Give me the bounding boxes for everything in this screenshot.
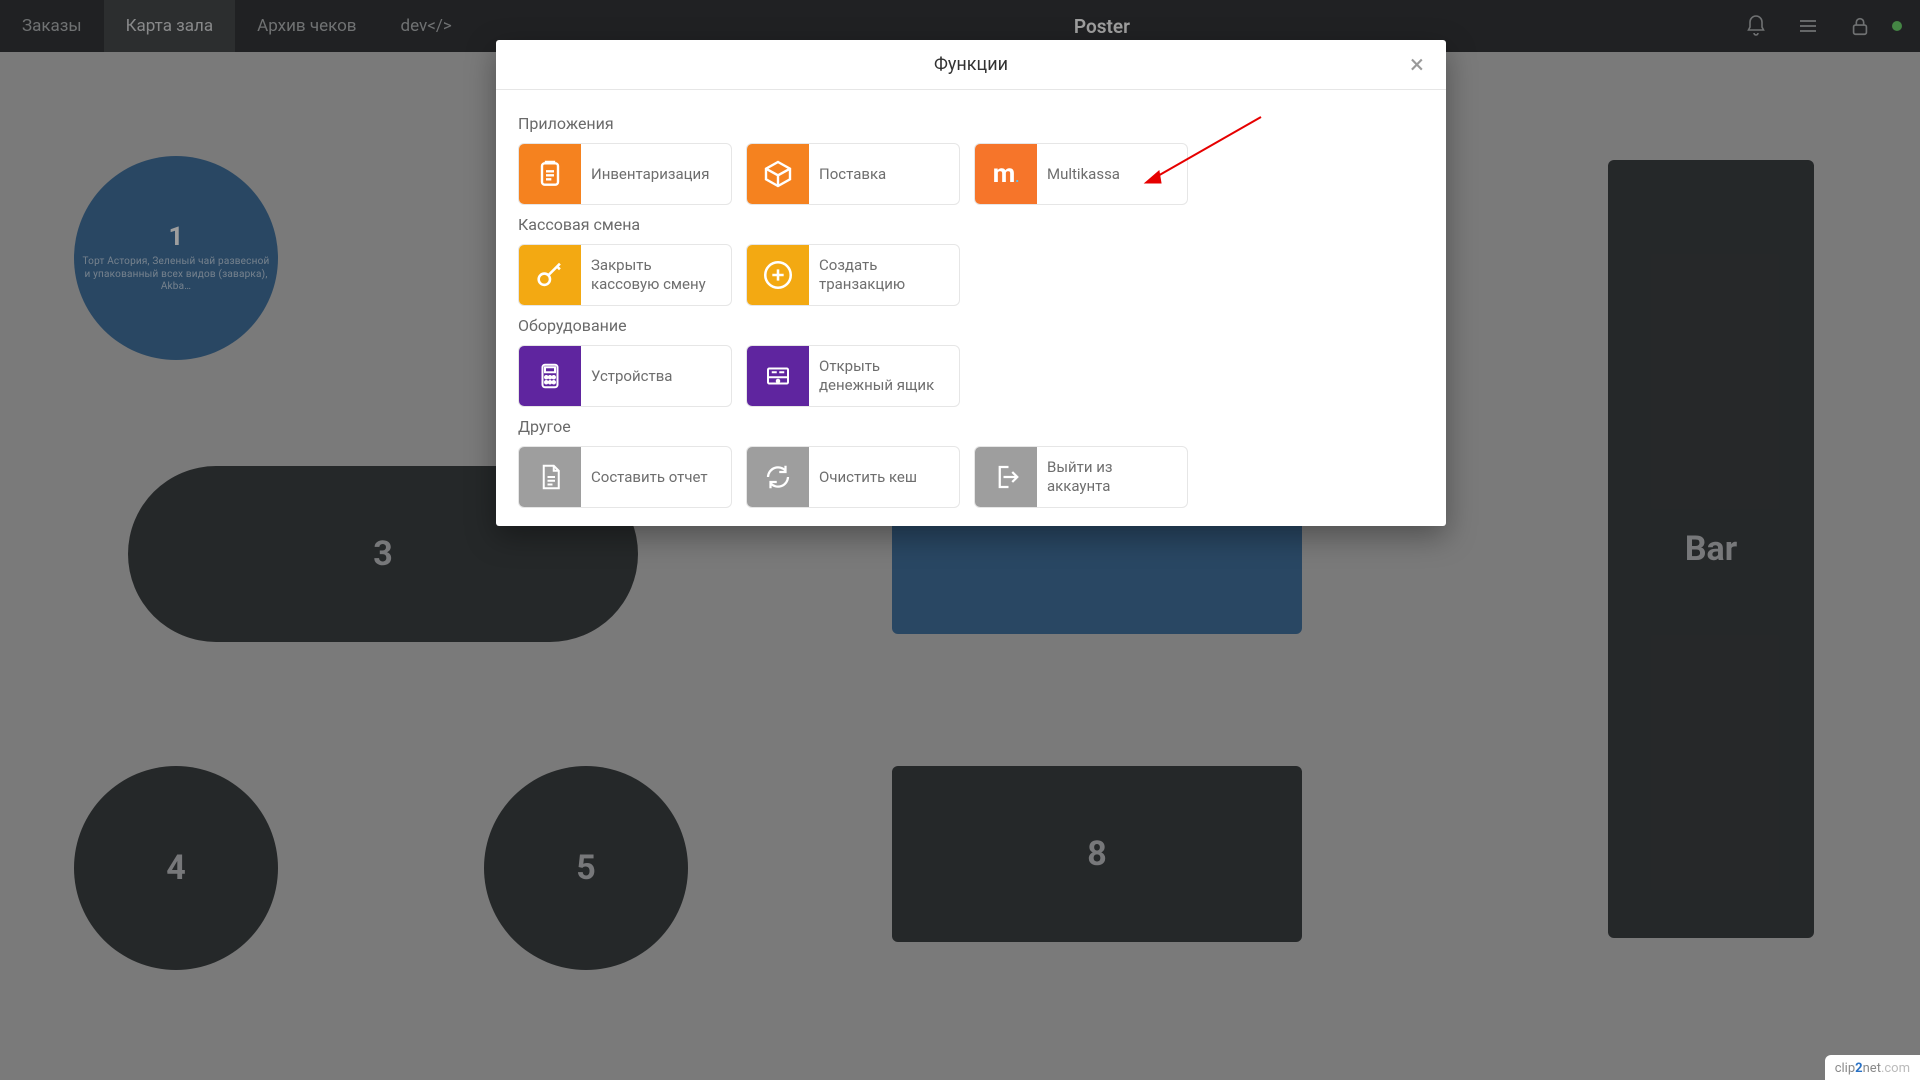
other-report[interactable]: Составить отчет [518,446,732,508]
hw-cash-drawer[interactable]: Открыть денежный ящик [746,345,960,407]
plus-circle-icon [747,244,809,306]
card-label: Создать транзакцию [809,256,959,294]
m-icon: m. [975,143,1037,205]
hw-devices[interactable]: Устройства [518,345,732,407]
shift-transaction[interactable]: Создать транзакцию [746,244,960,306]
close-icon: × [1410,50,1424,80]
card-label: Очистить кеш [809,468,929,487]
modal-header: Функции × [496,40,1446,90]
card-label: Инвентаризация [581,165,721,184]
key-icon [519,244,581,306]
modal-body: Приложения Инвентаризация Поставка m. Mu… [496,90,1446,526]
card-label: Поставка [809,165,898,184]
other-logout[interactable]: Выйти из аккаунта [974,446,1188,508]
section-shift-title: Кассовая смена [518,215,1424,234]
card-label: Устройства [581,367,684,386]
card-label: Закрыть кассовую смену [581,256,731,294]
card-label: Выйти из аккаунта [1037,458,1187,496]
app-multikassa[interactable]: m. Multikassa [974,143,1188,205]
section-hw-title: Оборудование [518,316,1424,335]
other-clear-cache[interactable]: Очистить кеш [746,446,960,508]
calculator-icon [519,345,581,407]
card-label: Составить отчет [581,468,720,487]
functions-modal: Функции × Приложения Инвентаризация Пост… [496,40,1446,526]
logout-icon [975,446,1037,508]
box-icon [747,143,809,205]
clipboard-icon [519,143,581,205]
card-label: Multikassa [1037,165,1132,184]
modal-title: Функции [934,54,1008,75]
section-other-title: Другое [518,417,1424,436]
drawer-icon [747,345,809,407]
refresh-icon [747,446,809,508]
modal-close-button[interactable]: × [1402,50,1432,80]
app-inventory[interactable]: Инвентаризация [518,143,732,205]
shift-close[interactable]: Закрыть кассовую смену [518,244,732,306]
watermark: clip2net.com [1825,1055,1920,1080]
section-apps-title: Приложения [518,114,1424,133]
app-supply[interactable]: Поставка [746,143,960,205]
doc-icon [519,446,581,508]
card-label: Открыть денежный ящик [809,357,959,395]
